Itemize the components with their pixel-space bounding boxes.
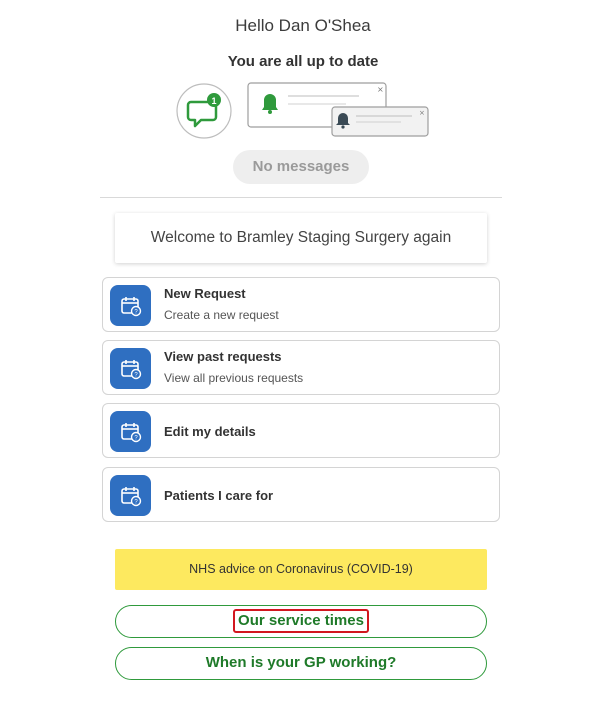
gp-working-button[interactable]: When is your GP working? [115,647,487,680]
no-messages-button[interactable]: No messages [233,150,369,184]
calendar-icon: ? [110,411,151,452]
welcome-banner: Welcome to Bramley Staging Surgery again [115,213,487,263]
menu-item-subtitle: Create a new request [164,308,279,322]
svg-text:1: 1 [211,96,216,106]
notifications-illustration: 1 × × [176,82,429,139]
notification-badge: 1 [207,93,221,107]
calendar-icon: ? [110,348,151,389]
covid-advice-link[interactable]: NHS advice on Coronavirus (COVID-19) [115,549,487,590]
menu-item-title: New Request [164,286,246,301]
chat-bubble-icon [176,83,232,139]
svg-text:×: × [419,109,425,117]
menu-item-title: Patients I care for [164,488,274,503]
calendar-icon: ? [110,285,151,326]
calendar-icon: ? [110,475,151,516]
service-times-label: Our service times [233,609,369,633]
new-request-button[interactable]: ? New Request Create a new request [102,277,500,332]
menu-item-title: Edit my details [164,424,256,439]
gp-working-label: When is your GP working? [205,654,397,671]
status-heading: You are all up to date [227,53,379,70]
svg-text:×: × [377,85,384,94]
patients-i-care-for-button[interactable]: ? Patients I care for [102,467,500,522]
divider [100,197,502,198]
view-past-requests-button[interactable]: ? View past requests View all previous r… [102,340,500,395]
notification-card-back: × [331,106,429,137]
service-times-button[interactable]: Our service times [115,605,487,638]
menu-item-title: View past requests [164,349,282,364]
greeting: Hello Dan O'Shea [235,16,371,35]
edit-my-details-button[interactable]: ? Edit my details [102,403,500,458]
menu-item-subtitle: View all previous requests [164,371,304,385]
